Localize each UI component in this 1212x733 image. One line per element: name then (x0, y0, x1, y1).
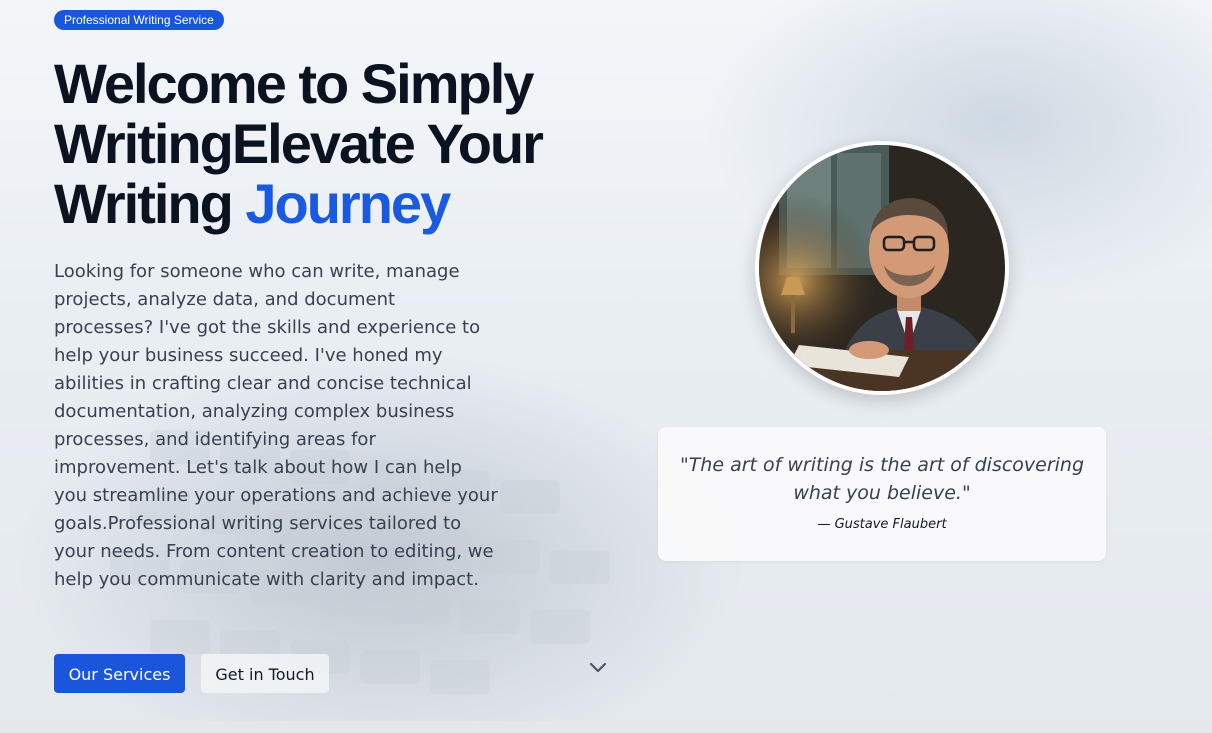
service-badge: Professional Writing Service (54, 10, 224, 30)
get-in-touch-button[interactable]: Get in Touch (201, 654, 329, 693)
quote-text: "The art of writing is the art of discov… (679, 454, 1085, 504)
quote-author: — Gustave Flaubert (817, 517, 947, 532)
our-services-button[interactable]: Our Services (54, 654, 185, 693)
chevron-down-icon[interactable] (588, 658, 608, 678)
quote-card: "The art of writing is the art of discov… (658, 427, 1106, 561)
section-divider (0, 721, 1212, 733)
hero-title: Welcome to Simply WritingElevate Your Wr… (54, 54, 614, 234)
portrait-photo (759, 145, 1005, 391)
hero-title-accent: Journey (245, 172, 451, 235)
hero-section: Professional Writing Service Welcome to … (0, 0, 1212, 721)
profile-avatar (755, 141, 1009, 395)
hero-description: Looking for someone who can write, manag… (54, 261, 498, 590)
